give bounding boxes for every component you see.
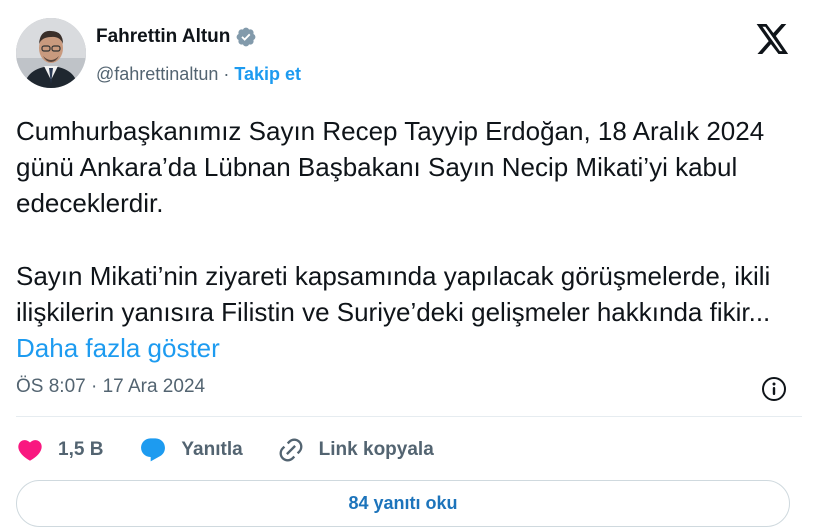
info-icon[interactable]	[761, 376, 787, 402]
tweet-card: Fahrettin Altun @fahrettinaltun · Takip …	[0, 0, 818, 532]
like-button[interactable]: 1,5 B	[16, 436, 103, 464]
avatar[interactable]	[16, 18, 86, 88]
tweet-timestamp[interactable]: ÖS 8:07 · 17 Ara 2024	[16, 376, 205, 398]
copy-link-label: Link kopyala	[318, 439, 434, 460]
reply-label: Yanıtla	[181, 439, 243, 460]
show-more-link[interactable]: Daha fazla göster	[16, 333, 220, 363]
author-name[interactable]: Fahrettin Altun	[96, 26, 230, 48]
follow-button[interactable]: Takip et	[234, 64, 301, 85]
reply-bubble-icon	[141, 438, 166, 462]
action-bar: 1,5 B Yanıtla Link kopyala	[16, 434, 434, 466]
tweet-paragraph-1: Cumhurbaşkanımız Sayın Recep Tayyip Erdo…	[16, 116, 765, 218]
link-icon	[279, 438, 303, 462]
tweet-paragraph-2-text: Sayın Mikati’nin ziyareti kapsamında yap…	[16, 261, 771, 327]
tweet-text: Cumhurbaşkanımız Sayın Recep Tayyip Erdo…	[16, 113, 806, 366]
likes-count: 1,5 B	[58, 439, 104, 460]
heart-icon	[18, 440, 42, 461]
separator-dot: ·	[223, 64, 230, 84]
read-replies-button[interactable]: 84 yanıtı oku	[16, 480, 790, 527]
divider	[16, 416, 802, 417]
author-handle[interactable]: @fahrettinaltun	[96, 64, 218, 85]
author-name-row: Fahrettin Altun	[96, 26, 257, 48]
verified-badge-icon	[235, 26, 257, 48]
author-handle-row: @fahrettinaltun · Takip et	[96, 64, 301, 85]
x-logo-icon[interactable]	[756, 24, 790, 54]
copy-link-button[interactable]: Link kopyala	[277, 436, 434, 464]
tweet-paragraph-2: Sayın Mikati’nin ziyareti kapsamında yap…	[16, 258, 806, 366]
reply-button[interactable]: Yanıtla	[139, 436, 243, 464]
